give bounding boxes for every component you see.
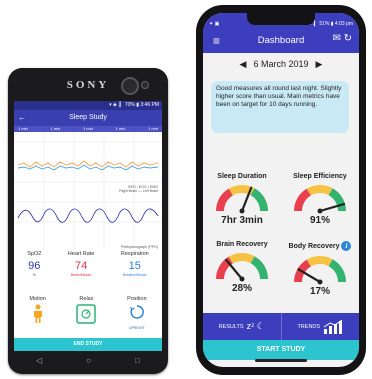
relax-indicator: Relax — [76, 296, 97, 330]
ppg-label: Plethysmograph (PPG) — [121, 245, 158, 249]
gauge-value: 17% — [309, 286, 330, 297]
metric-unit: % — [32, 273, 36, 277]
vitals-row: SpO2 96 % Heart Rate 74 Beats/Minute Res… — [14, 251, 162, 277]
gauge-segment-0 — [216, 188, 234, 212]
sensor-icon — [141, 81, 149, 89]
gauge-dial — [294, 256, 346, 285]
sleep-moon-icon: zᶻ ☾ — [246, 321, 265, 331]
gauge-segment-1 — [306, 256, 333, 267]
gauge-segment-1 — [306, 185, 333, 196]
info-icon[interactable]: i — [341, 241, 352, 251]
brain-recovery-gauge: Brain Recovery 28% — [207, 241, 277, 294]
metric-unit: Breaths/Minute — [123, 273, 147, 277]
icon-label: Relax — [79, 296, 94, 302]
android-nav-bar: ◁ ○ □ — [14, 353, 162, 367]
gauge-dial — [216, 253, 268, 282]
metric-value: 15 — [128, 260, 141, 272]
iphone: ✦ ▣ ✶ ▾ .▎ 51% ▮ 4:03 pm ≡ Dashboard ✉ ↻… — [196, 5, 366, 375]
legend-line: Right Brain — Left Brain — [119, 189, 158, 193]
gauge-segment-2 — [250, 188, 268, 212]
gauge-value: 7hr 3min — [221, 215, 263, 226]
home-icon[interactable]: ○ — [86, 356, 91, 365]
results-label: RESULTS — [218, 323, 244, 330]
gauge-label-text: Body Recovery — [288, 242, 340, 250]
message-refresh-icons[interactable]: ✉ ↻ — [332, 33, 352, 44]
respiration-metric: Respiration 15 Breaths/Minute — [121, 251, 149, 277]
metric-value: 96 — [28, 260, 41, 272]
metric-value: 74 — [74, 260, 88, 272]
prev-day-icon[interactable]: ◀ — [240, 59, 247, 70]
sony-phone: SONY ▾ ◈ .▎ 70% ▮ 3:46 PM ← Sleep Study … — [8, 68, 168, 374]
icon-label: Motion — [29, 296, 46, 302]
sleep-study-screen: ▾ ◈ .▎ 70% ▮ 3:46 PM ← Sleep Study 1 min… — [14, 101, 162, 351]
bottom-tab-bar: RESULTS zᶻ ☾ TRENDS — [203, 313, 359, 340]
gauge-label: Brain Recovery — [216, 241, 268, 248]
gauge-segment-2 — [250, 256, 268, 280]
gauge-segment-2 — [328, 259, 346, 283]
sleep-duration-gauge: Sleep Duration 7hr 3min — [207, 173, 277, 226]
camera-icon — [121, 77, 139, 95]
gauge-dial — [216, 185, 268, 214]
state-icons-row: Motion Relax Position UPRIGHT — [14, 296, 162, 330]
gauge-value: 91% — [309, 215, 330, 226]
relax-icon — [76, 304, 97, 324]
eeg-legend: EEG / EOG / EMG Right Brain — Left Brain — [119, 185, 158, 193]
app-title: Sleep Study — [69, 114, 107, 121]
metric-label: Heart Rate — [67, 251, 95, 257]
metric-label: Respiration — [120, 251, 149, 257]
gauge-dial — [294, 185, 346, 214]
trends-tab[interactable]: TRENDS — [282, 313, 360, 340]
date-label: 6 March 2019 — [253, 59, 309, 69]
heart-rate-metric: Heart Rate 74 Beats/Minute — [68, 251, 95, 277]
gauge-label: Body Recovery i — [285, 241, 355, 251]
trends-label: TRENDS — [297, 323, 321, 330]
home-indicator — [255, 359, 307, 362]
position-indicator: Position UPRIGHT — [127, 296, 147, 330]
back-icon[interactable]: ◁ — [36, 356, 42, 365]
sleep-efficiency-gauge: Sleep Efficiency 91% — [285, 173, 355, 226]
status-bar: ▾ ◈ .▎ 70% ▮ 3:46 PM — [14, 101, 162, 110]
gauge-hub — [239, 276, 245, 282]
notch — [247, 13, 315, 25]
recents-icon[interactable]: □ — [135, 356, 140, 365]
gauge-hub — [317, 208, 323, 214]
position-value: UPRIGHT — [128, 326, 145, 330]
metric-unit: Beats/Minute — [70, 273, 92, 277]
icon-label: Position — [127, 296, 147, 302]
gauge-segment-0 — [294, 188, 312, 212]
date-selector: ◀ 6 March 2019 ▶ — [203, 53, 359, 75]
gauge-hub — [317, 279, 323, 285]
summary-bubble: Good measures all round last night. Slig… — [211, 81, 349, 133]
ppg-trace — [17, 208, 159, 223]
gauge-label: Sleep Duration — [217, 173, 267, 180]
app-bar: ← Sleep Study — [14, 110, 162, 126]
person-icon — [33, 304, 42, 323]
end-study-button[interactable]: END STUDY — [14, 338, 162, 351]
trend-chart-icon — [323, 319, 343, 334]
gauge-value: 28% — [231, 283, 252, 294]
back-arrow-icon[interactable]: ← — [18, 110, 26, 126]
gauge-label: Sleep Efficiency — [293, 173, 347, 180]
results-tab[interactable]: RESULTS zᶻ ☾ — [203, 313, 282, 340]
position-icon — [129, 305, 144, 319]
gauge-segment-1 — [228, 253, 255, 264]
spo2-metric: SpO2 96 % — [27, 251, 41, 277]
next-day-icon[interactable]: ▶ — [316, 59, 323, 70]
metric-label: SpO2 — [27, 251, 42, 257]
header: ≡ Dashboard ✉ ↻ — [203, 29, 359, 53]
dashboard-screen: ✦ ▣ ✶ ▾ .▎ 51% ▮ 4:03 pm ≡ Dashboard ✉ ↻… — [203, 13, 359, 367]
start-study-button[interactable]: START STUDY — [203, 340, 359, 360]
motion-indicator: Motion — [29, 296, 46, 330]
gauge-hub — [239, 208, 245, 214]
body-recovery-gauge: Body Recovery i 17% — [285, 241, 355, 297]
